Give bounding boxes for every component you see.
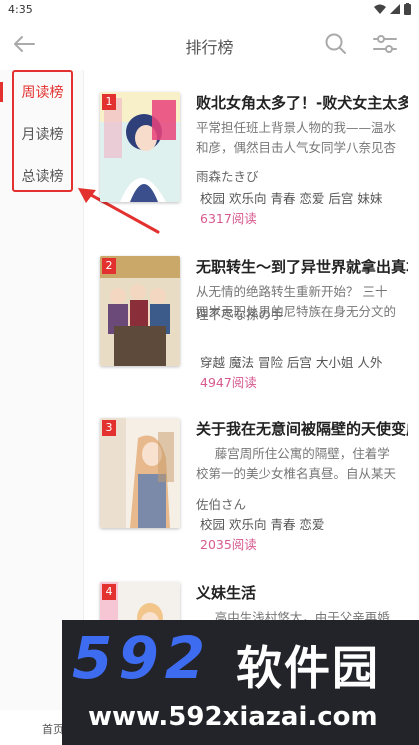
- signal-icon: [390, 4, 400, 14]
- book-description: 平常担任班上背景人物的我——温水和彦，偶然目击人气女同学八奈见杏菜被甩的场面: [196, 120, 397, 155]
- rank-badge: 2: [102, 258, 116, 274]
- top-bar: 排行榜: [0, 22, 419, 66]
- search-icon: [325, 33, 346, 54]
- book-list-item[interactable]: 3 关于我在无意间被隔壁的天使变成废柴这件事 藤宫周所住公寓的隔壁，住着学校第一…: [100, 418, 410, 558]
- book-tags: 穿越 魔法 冒险 后宫 大小姐 人外: [200, 355, 383, 370]
- book-read-count: 2035阅读: [200, 537, 257, 552]
- page-title: 排行榜: [185, 38, 234, 57]
- book-title: 无职转生～到了异世界就拿出真本事～: [196, 258, 408, 276]
- book-read-count: 4947阅读: [200, 375, 257, 390]
- book-tags: 校园 欢乐向 青春 恋爱 后宫 妹妹: [200, 191, 383, 206]
- rank-badge: 1: [102, 94, 116, 110]
- book-author: 雨森たきび: [196, 169, 259, 184]
- sidebar-item-total[interactable]: 总读榜: [12, 166, 73, 186]
- status-bar: 4:35: [0, 0, 419, 20]
- status-time: 4:35: [8, 3, 33, 16]
- status-icons: [374, 3, 411, 15]
- battery-icon: [404, 3, 411, 15]
- book-title: 义妹生活: [196, 584, 257, 602]
- watermark-brand: 软件园: [236, 641, 380, 695]
- filter-button[interactable]: [370, 30, 400, 58]
- sidebar-item-monthly[interactable]: 月读榜: [12, 124, 73, 144]
- wifi-icon: [374, 4, 386, 14]
- book-list-item[interactable]: 1 败北女角太多了！-败犬女主太多了！ 平常担任班上背景人物的我——温水和彦，偶…: [100, 92, 410, 232]
- active-tab-indicator: [0, 82, 3, 102]
- rank-badge: 4: [102, 584, 116, 600]
- book-title: 关于我在无意间被隔壁的天使变成废柴这件事: [196, 420, 408, 438]
- book-list-item[interactable]: 2 无职转生～到了异世界就拿出真本事～ 从无情的绝路转生重新开始？ 三十四岁无职…: [100, 256, 410, 396]
- nav-home[interactable]: 首页: [42, 721, 64, 737]
- rank-badge: 3: [102, 420, 116, 436]
- book-description: 藤宫周所住公寓的隔壁，住着学校第一的美少女椎名真昼。自从某天起: [196, 446, 397, 481]
- watermark-url: www.592xiazai.com: [88, 702, 378, 732]
- watermark-logo: 592: [72, 624, 212, 692]
- book-author: 佐伯さん: [196, 497, 247, 512]
- book-author: 理不尽な孫の手: [196, 307, 284, 322]
- search-button[interactable]: [322, 30, 350, 58]
- book-tags: 校园 欢乐向 青春 恋爱: [200, 517, 325, 532]
- sidebar-item-weekly[interactable]: 周读榜: [12, 82, 73, 102]
- book-title: 败北女角太多了！-败犬女主太多了！: [196, 94, 408, 112]
- book-read-count: 6317阅读: [200, 211, 257, 226]
- filter-icon: [373, 35, 397, 53]
